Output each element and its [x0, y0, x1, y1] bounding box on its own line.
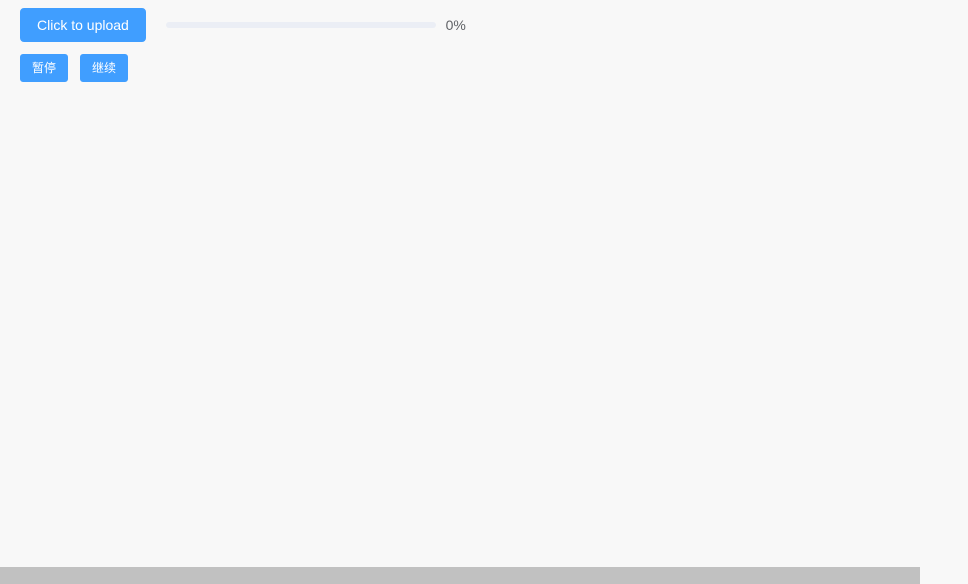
- resume-button[interactable]: 继续: [80, 54, 128, 82]
- progress-percent-text: 0%: [446, 17, 466, 33]
- upload-row: Click to upload 0%: [20, 8, 948, 42]
- upload-panel: Click to upload 0% 暂停 继续: [0, 0, 968, 90]
- pause-button[interactable]: 暂停: [20, 54, 68, 82]
- upload-controls: 暂停 继续: [20, 54, 948, 82]
- horizontal-scrollbar[interactable]: [0, 567, 920, 584]
- upload-button[interactable]: Click to upload: [20, 8, 146, 42]
- progress-bar-track: [166, 22, 436, 28]
- upload-progress: 0%: [166, 17, 466, 33]
